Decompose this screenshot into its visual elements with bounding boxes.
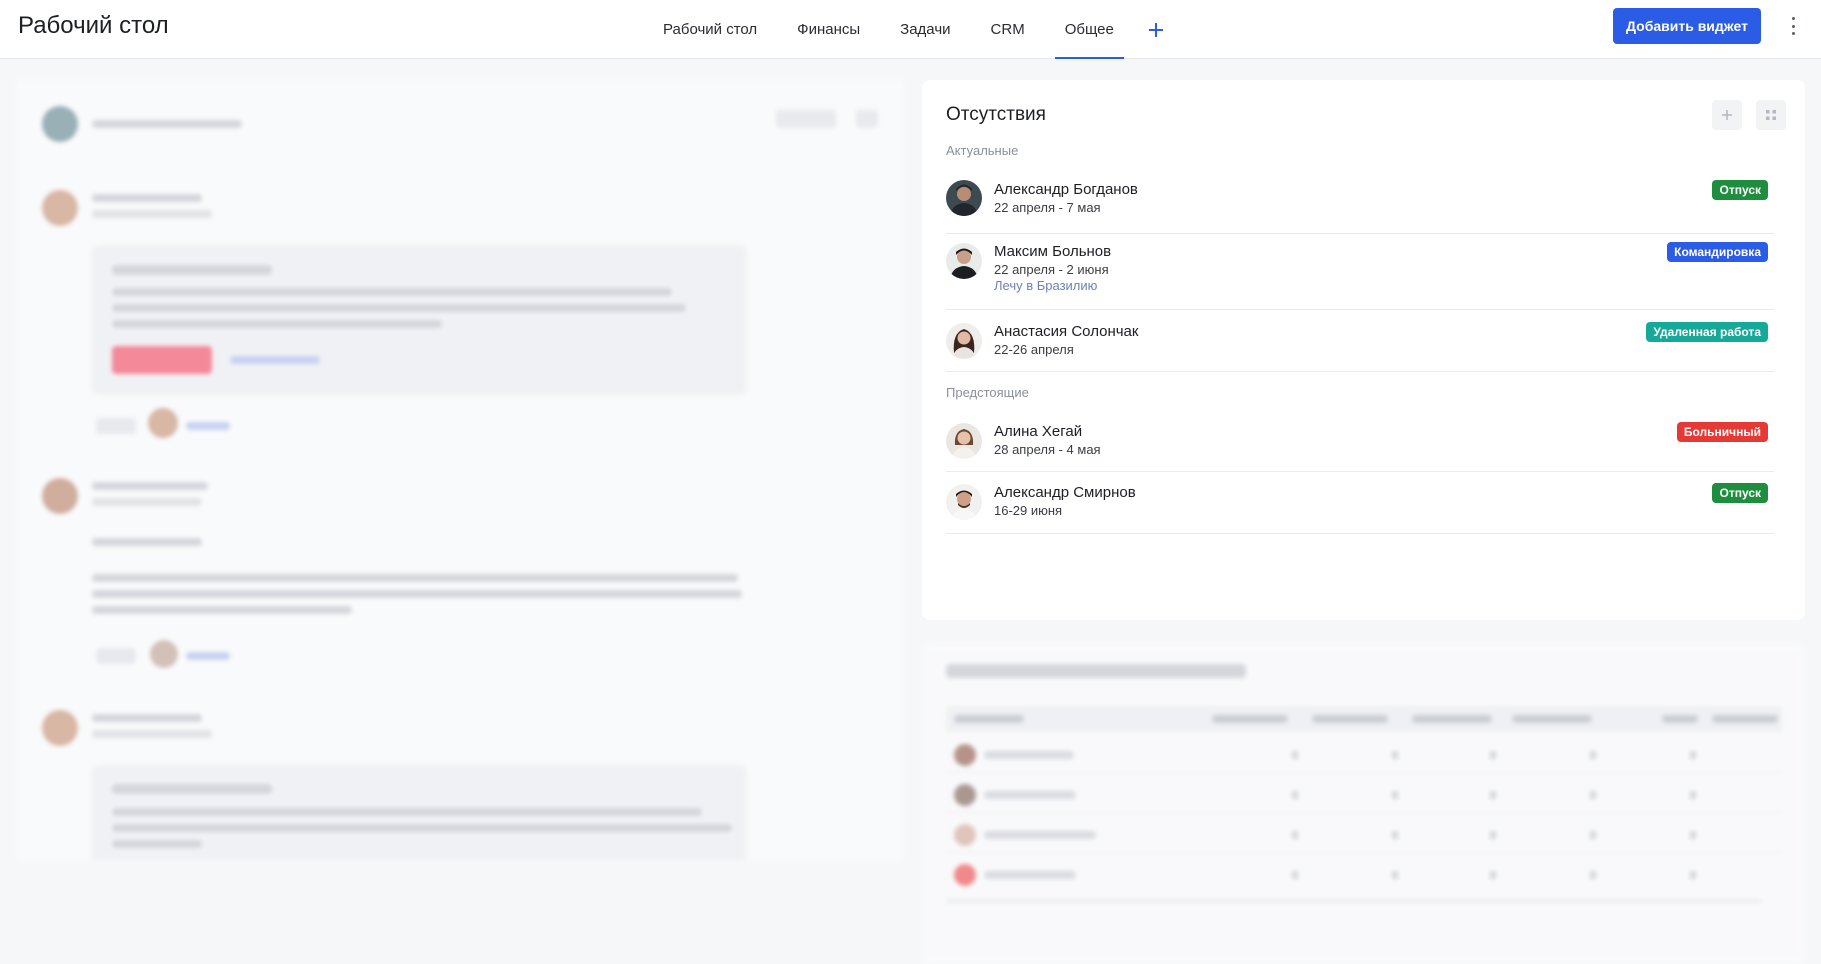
absence-row[interactable]: Максим Больнов 22 апреля - 2 июня Лечу в… [946, 234, 1774, 310]
section-label-upcoming: Предстоящие [946, 385, 1029, 400]
employee-name: Алина Хегай [994, 423, 1083, 440]
tab-finance[interactable]: Финансы [777, 0, 880, 59]
widget-drag-handle[interactable] [1756, 100, 1786, 130]
employee-name: Александр Богданов [994, 181, 1138, 198]
dashboard-tabs: Рабочий стол Финансы Задачи CRM Общее [643, 0, 1178, 59]
tab-tasks[interactable]: Задачи [880, 0, 970, 59]
page-title: Рабочий стол [18, 12, 169, 39]
plus-icon [1722, 110, 1732, 120]
absence-row[interactable]: Александр Смирнов 16-29 июня Отпуск [946, 472, 1774, 534]
rejection-reasons-widget [922, 644, 1805, 964]
kebab-menu-icon[interactable] [1786, 14, 1800, 38]
avatar [946, 423, 982, 459]
absences-widget: Отсутствия Актуальные Александр Богданов… [922, 80, 1805, 620]
top-bar: Рабочий стол Рабочий стол Финансы Задачи… [0, 0, 1821, 59]
avatar [946, 484, 982, 520]
avatar [946, 180, 982, 216]
grid-icon [1766, 110, 1776, 120]
absence-row[interactable]: Алина Хегай 28 апреля - 4 мая Больничный [946, 410, 1774, 472]
absence-row[interactable]: Анастасия Солончак 22-26 апреля Удаленна… [946, 310, 1774, 372]
absences-title: Отсутствия [946, 104, 1046, 125]
status-badge: Командировка [1667, 242, 1768, 262]
status-badge: Больничный [1676, 422, 1768, 442]
tab-general[interactable]: Общее [1045, 0, 1134, 59]
absence-row[interactable]: Александр Богданов 22 апреля - 7 мая Отп… [946, 172, 1774, 234]
add-tab-button[interactable] [1134, 0, 1178, 59]
employee-name: Александр Смирнов [994, 484, 1136, 501]
employee-name: Максим Больнов [994, 243, 1112, 260]
status-badge: Отпуск [1712, 180, 1768, 200]
plus-icon [1148, 22, 1163, 37]
absence-dates: 22 апреля - 7 мая [994, 200, 1101, 215]
absence-dates: 22 апреля - 2 июня [994, 262, 1109, 277]
tab-crm[interactable]: CRM [971, 0, 1045, 59]
absence-note: Лечу в Бразилию [994, 278, 1098, 293]
status-badge: Удаленная работа [1646, 322, 1768, 342]
avatar [946, 243, 982, 279]
add-widget-button[interactable]: Добавить виджет [1613, 8, 1761, 44]
absence-dates: 22-26 апреля [994, 342, 1074, 357]
employee-name: Анастасия Солончак [994, 323, 1139, 340]
status-badge: Отпуск [1712, 483, 1768, 503]
absence-dates: 28 апреля - 4 мая [994, 442, 1101, 457]
avatar [946, 323, 982, 359]
news-feed-widget [16, 80, 904, 860]
absence-dates: 16-29 июня [994, 503, 1063, 518]
tab-desktop[interactable]: Рабочий стол [643, 0, 777, 59]
add-absence-button[interactable] [1712, 100, 1742, 130]
section-label-current: Актуальные [946, 143, 1019, 158]
